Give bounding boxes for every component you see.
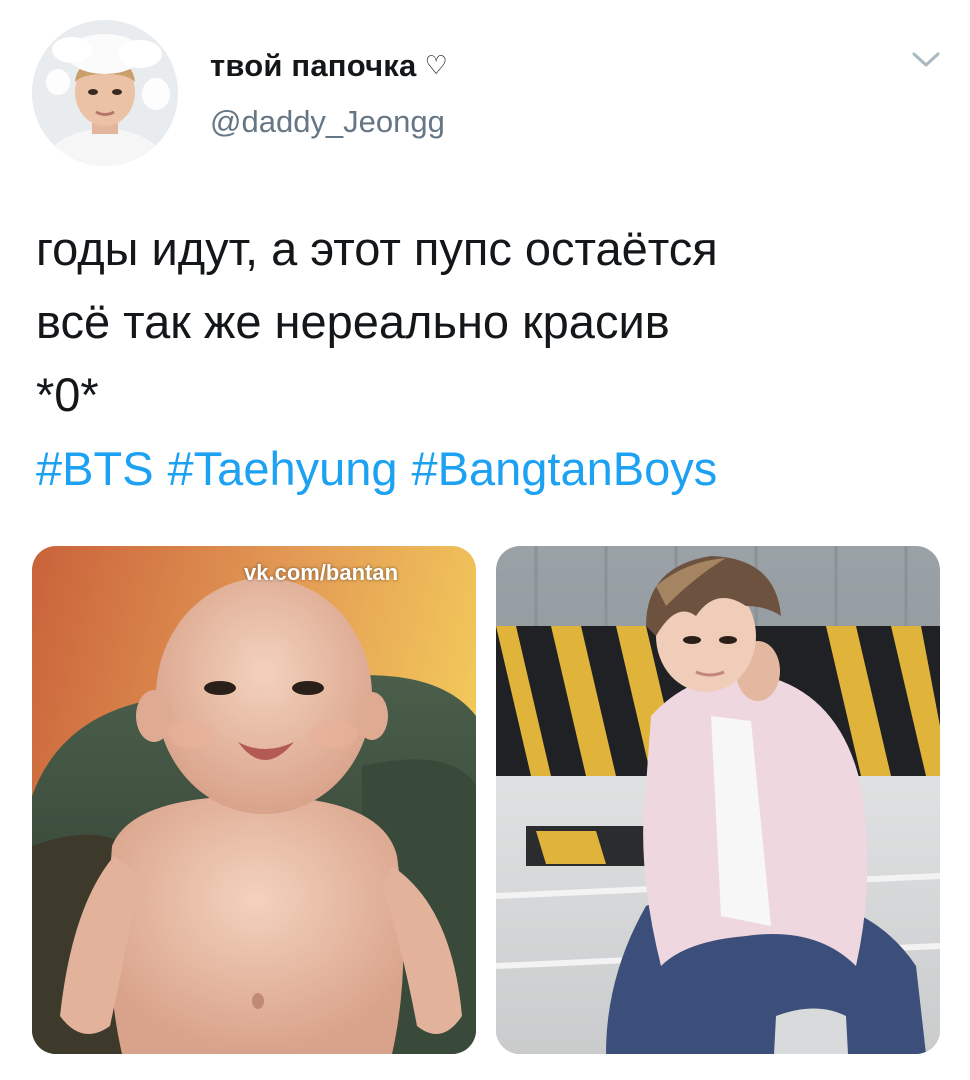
hashtag-list: #BTS #Taehyung #BangtanBoys xyxy=(36,432,731,505)
avatar[interactable] xyxy=(32,20,178,166)
hashtag-link-bts[interactable]: #BTS xyxy=(36,442,154,495)
hashtag-link-bangtanboys[interactable]: #BangtanBoys xyxy=(412,442,718,495)
tweet-text-line: *0* xyxy=(36,368,99,421)
tweet-text-line: годы идут, а этот пупс остаётся xyxy=(36,222,718,275)
tweet-card: твой папочка ♡ @daddy_Jeongg годы идут, а… xyxy=(0,0,970,1080)
username[interactable]: @daddy_Jeongg xyxy=(210,104,445,140)
hashtag-link-taehyung[interactable]: #Taehyung xyxy=(168,442,398,495)
tweet-text: годы идут, а этот пупс остаётся всё так … xyxy=(36,212,936,431)
media-image-baby[interactable] xyxy=(32,546,476,1054)
display-name-text: твой папочка xyxy=(210,48,417,83)
tweet-text-line: всё так же нереально красив xyxy=(36,295,670,348)
media-image-adult[interactable] xyxy=(496,546,940,1054)
chevron-down-icon[interactable] xyxy=(906,44,946,74)
watermark-text: vk.com/bantan xyxy=(244,560,399,585)
display-name[interactable]: твой папочка ♡ xyxy=(210,48,448,84)
heart-outline-icon: ♡ xyxy=(424,50,448,80)
